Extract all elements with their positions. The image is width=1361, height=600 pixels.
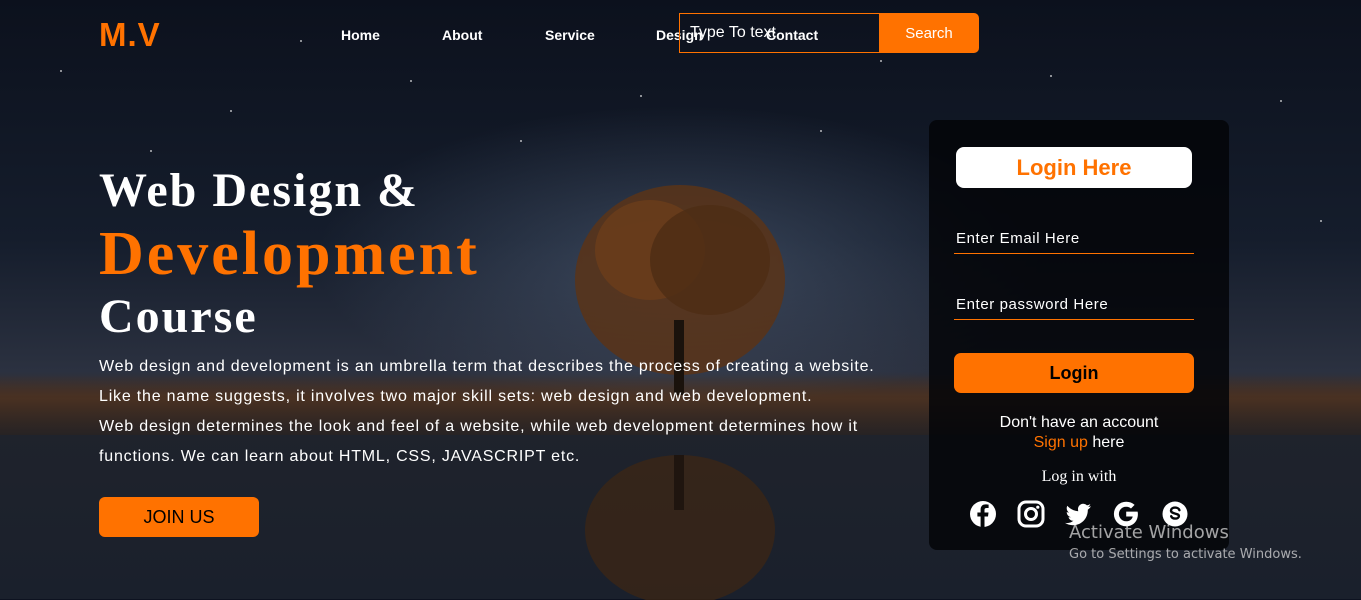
nav-about[interactable]: About [442, 27, 482, 43]
login-button[interactable]: Login [954, 353, 1194, 393]
password-field[interactable] [954, 290, 1194, 320]
email-field[interactable] [954, 224, 1194, 254]
search-input[interactable] [679, 13, 879, 53]
description-line: functions. We can learn about HTML, CSS,… [99, 448, 581, 465]
login-with-label: Log in with [1041, 468, 1117, 485]
signup-link[interactable]: Sign up [1034, 434, 1088, 451]
hero-title-line2: Development [99, 220, 480, 288]
hero-title-line1: Web Design & [99, 164, 420, 217]
search-bar: Search [679, 13, 979, 53]
facebook-icon[interactable] [969, 500, 997, 528]
no-account-text: Don't have an account [999, 414, 1159, 431]
hero-description: Web design and development is an umbrell… [99, 352, 929, 472]
nav-home[interactable]: Home [341, 27, 380, 43]
brand-logo[interactable]: M.V [99, 16, 161, 54]
nav-service[interactable]: Service [545, 27, 595, 43]
hero-title-line3: Course [99, 290, 258, 343]
watermark-title: Activate Windows [1069, 522, 1229, 543]
description-line: Web design and development is an umbrell… [99, 358, 875, 375]
signup-prompt: Don't have an account Sign up here [929, 413, 1229, 453]
description-line: Web design determines the look and feel … [99, 418, 858, 435]
hero-heading: Web Design & Development Course [99, 163, 480, 345]
instagram-icon[interactable] [1017, 500, 1045, 528]
search-button[interactable]: Search [879, 13, 979, 53]
watermark-subtitle: Go to Settings to activate Windows. [1069, 547, 1302, 562]
login-card: Login Here Login Don't have an account S… [929, 120, 1229, 550]
signup-suffix: here [1087, 434, 1125, 451]
login-title: Login Here [956, 147, 1192, 188]
description-line: Like the name suggests, it involves two … [99, 388, 813, 405]
join-us-button[interactable]: JOIN US [99, 497, 259, 537]
activate-windows-watermark: Activate Windows Go to Settings to activ… [1069, 522, 1302, 562]
